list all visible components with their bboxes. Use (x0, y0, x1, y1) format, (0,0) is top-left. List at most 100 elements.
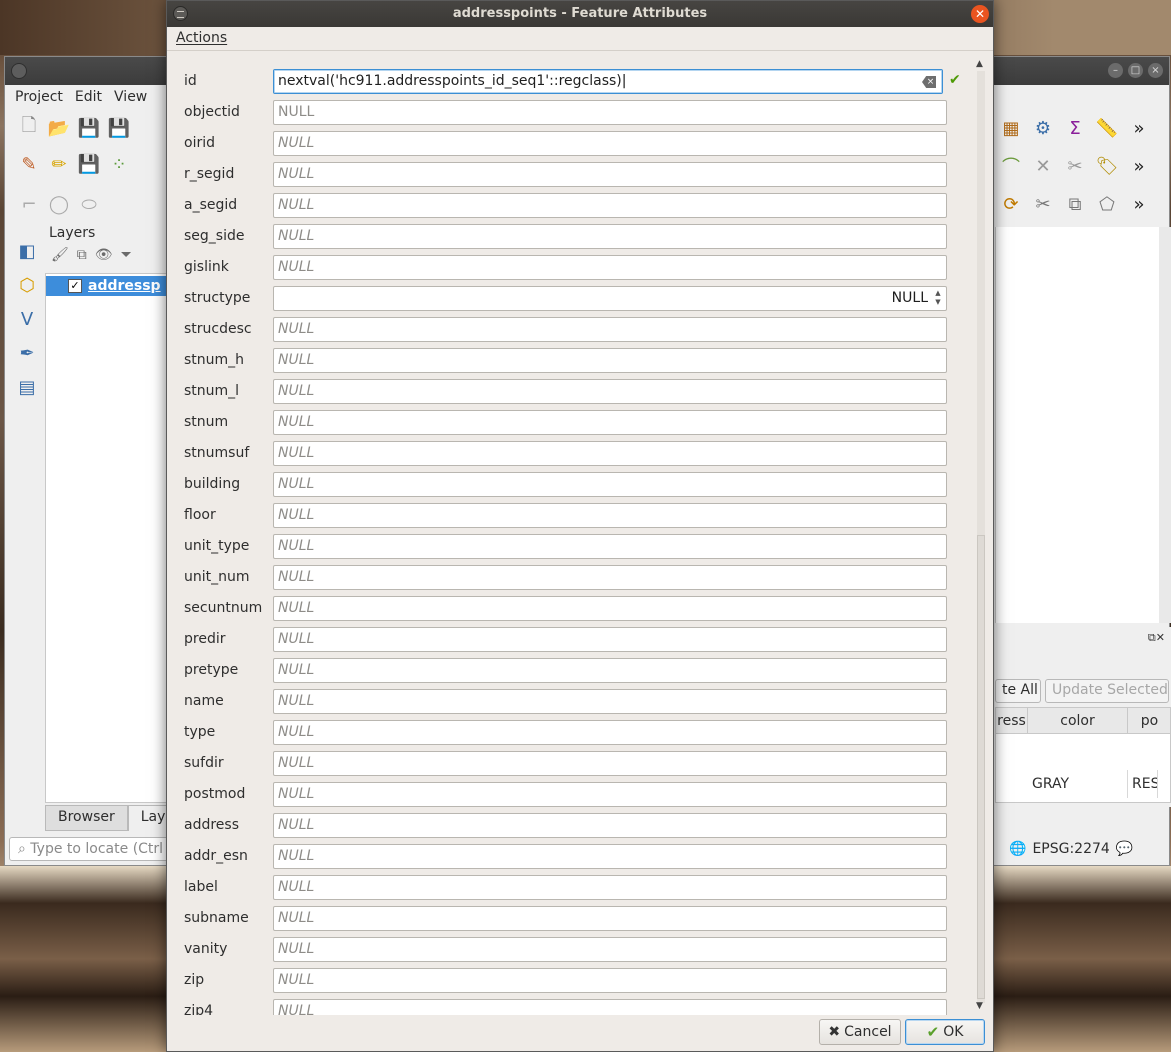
strucdesc-field[interactable]: NULL (273, 317, 947, 342)
label-field[interactable]: NULL (273, 875, 947, 900)
update-selected-button[interactable]: Update Selected (1045, 679, 1169, 703)
layer-checkbox[interactable]: ✓ (68, 279, 82, 293)
structype-field[interactable]: NULL ▲ ▼ (273, 286, 947, 311)
visibility-icon[interactable]: 👁 (95, 247, 113, 263)
update-all-button[interactable]: te All (995, 679, 1041, 703)
stnum-l-field[interactable]: NULL (273, 379, 947, 404)
a-segid-field[interactable]: NULL (273, 193, 947, 218)
id-field[interactable]: nextval('hc911.addresspoints_id_seq1'::r… (273, 69, 943, 94)
vanity-field[interactable]: NULL (273, 937, 947, 962)
rotate-feature-icon[interactable]: ⟳ (999, 192, 1023, 216)
spin-arrows-icon[interactable]: ▲ ▼ (932, 289, 944, 308)
type-field[interactable]: NULL (273, 720, 947, 745)
merge-features-icon[interactable]: ⧉ (1063, 192, 1087, 216)
unit-num-field[interactable]: NULL (273, 565, 947, 590)
current-edits-icon[interactable]: ✎ (17, 152, 41, 176)
overflow-icon-2[interactable]: » (1127, 154, 1151, 178)
scroll-down-icon[interactable]: ▼ (976, 1001, 983, 1011)
menu-actions[interactable]: Actions (176, 30, 227, 46)
column-header[interactable]: ress (996, 708, 1028, 734)
menu-view[interactable]: View (110, 89, 155, 105)
column-header[interactable]: color (1028, 708, 1128, 734)
tab-browser[interactable]: Browser (45, 805, 128, 831)
r-segid-field[interactable]: NULL (273, 162, 947, 187)
ok-button[interactable]: ✔ OK (905, 1019, 985, 1045)
zip-field[interactable]: NULL (273, 968, 947, 993)
building-field[interactable]: NULL (273, 472, 947, 497)
cut-features-icon[interactable]: ✂ (1063, 154, 1087, 178)
zip4-field[interactable]: NULL (273, 999, 947, 1015)
data-source-manager-icon[interactable]: ◧ (15, 239, 39, 263)
virtual-layer-icon[interactable]: ▤ (15, 375, 39, 399)
locate-search-input[interactable]: ⌕ Type to locate (Ctrl (9, 837, 169, 861)
menu-edit[interactable]: Edit (71, 89, 110, 105)
digitize-icon[interactable]: ✒ (15, 341, 39, 365)
minimize-icon[interactable]: – (1108, 63, 1123, 78)
add-circle-icon[interactable]: ◯ (47, 192, 71, 216)
objectid-field[interactable]: NULL (273, 100, 947, 125)
save-as-icon[interactable]: 💾 (107, 116, 131, 140)
save-edits-icon[interactable]: 💾 (77, 152, 101, 176)
vertex-tool-icon[interactable]: ⌒ (999, 154, 1023, 178)
scroll-up-icon[interactable]: ▲ (976, 59, 983, 69)
table-cell[interactable]: GRAY (1028, 770, 1128, 798)
stnum-field[interactable]: NULL (273, 410, 947, 435)
floor-field[interactable]: NULL (273, 503, 947, 528)
map-canvas[interactable] (995, 227, 1171, 623)
statistics-icon[interactable]: Σ (1063, 116, 1087, 140)
table-cell[interactable]: RES (1128, 770, 1158, 798)
messages-icon[interactable]: 💬 (1116, 841, 1133, 857)
map-scrollbar[interactable] (1159, 227, 1171, 623)
stnumsuf-field[interactable]: NULL (273, 441, 947, 466)
menu-project[interactable]: Project (11, 89, 71, 105)
measure-icon[interactable]: 📏 (1095, 116, 1119, 140)
close-icon[interactable]: ✕ (971, 5, 989, 23)
oirid-field[interactable]: NULL (273, 131, 947, 156)
crs-label[interactable]: EPSG:2274 (1032, 841, 1109, 857)
pretype-field[interactable]: NULL (273, 658, 947, 683)
secuntnum-field[interactable]: NULL (273, 596, 947, 621)
stnum-h-field[interactable]: NULL (273, 348, 947, 373)
addr-esn-field[interactable]: NULL (273, 844, 947, 869)
new-project-icon[interactable]: 🗋 (17, 115, 41, 140)
unit-type-field[interactable]: NULL (273, 534, 947, 559)
close-icon[interactable]: × (1148, 63, 1163, 78)
reshape-icon[interactable]: ⬠ (1095, 192, 1119, 216)
field-calculator-icon[interactable]: ▦ (999, 116, 1023, 140)
address-field[interactable]: NULL (273, 813, 947, 838)
add-polygon-icon[interactable]: ⌐ (17, 192, 41, 216)
save-project-icon[interactable]: 💾 (77, 116, 101, 140)
add-point-icon[interactable]: ⁘ (107, 152, 131, 176)
label-icon[interactable]: 🏷 (1095, 154, 1119, 178)
clear-icon[interactable]: × (922, 76, 936, 88)
predir-field[interactable]: NULL (273, 627, 947, 652)
window-menu-icon[interactable] (11, 63, 27, 79)
add-layer-icon[interactable]: ⬡ (15, 273, 39, 297)
float-close-icon[interactable]: ⧉✕ (1148, 631, 1165, 645)
add-group-icon[interactable]: ⧉ (77, 247, 87, 263)
split-features-icon[interactable]: ✂ (1031, 192, 1055, 216)
postmod-field[interactable]: NULL (273, 782, 947, 807)
window-menu-icon[interactable] (173, 6, 188, 21)
scroll-thumb[interactable] (977, 535, 985, 999)
filter-icon[interactable]: ⏷ (121, 247, 132, 263)
overflow-icon-3[interactable]: » (1127, 192, 1151, 216)
gislink-field[interactable]: NULL (273, 255, 947, 280)
sufdir-field[interactable]: NULL (273, 751, 947, 776)
form-scrollbar[interactable]: ▲ ▼ (973, 57, 989, 1015)
toggle-editing-icon[interactable]: ✏ (47, 152, 71, 176)
name-field[interactable]: NULL (273, 689, 947, 714)
layer-item[interactable]: ✓ addressp (46, 276, 166, 296)
column-header[interactable]: po (1128, 708, 1170, 734)
seg-side-field[interactable]: NULL (273, 224, 947, 249)
new-vector-layer-icon[interactable]: V (15, 307, 39, 331)
overflow-icon[interactable]: » (1127, 116, 1151, 140)
cancel-button[interactable]: ✖ Cancel (819, 1019, 901, 1045)
open-project-icon[interactable]: 📂 (47, 116, 71, 140)
style-icon[interactable]: 🖌 (51, 247, 69, 263)
add-ellipse-icon[interactable]: ⬭ (77, 192, 101, 216)
subname-field[interactable]: NULL (273, 906, 947, 931)
settings-icon[interactable]: ⚙ (1031, 116, 1055, 140)
delete-selected-icon[interactable]: ✕ (1031, 154, 1055, 178)
maximize-icon[interactable]: □ (1128, 63, 1143, 78)
